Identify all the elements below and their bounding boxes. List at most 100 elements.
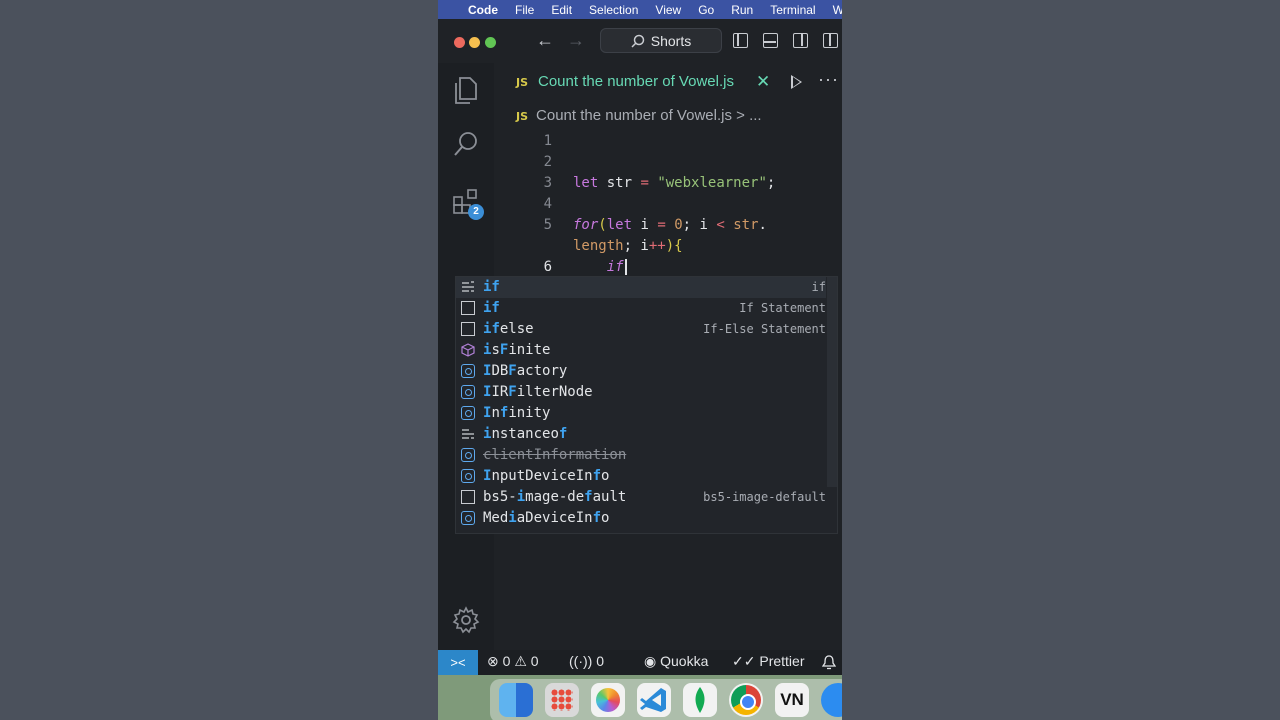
toggle-primary-sidebar-icon[interactable] (733, 33, 748, 48)
suggestion-label: IIRFilterNode (483, 384, 593, 400)
suggestion-label: InputDeviceInfo (483, 468, 610, 484)
suggestion-label: MediaDeviceInfo (483, 510, 610, 526)
suggestion-item[interactable]: isFinite (456, 340, 826, 361)
search-icon (631, 34, 645, 48)
menu-app-code[interactable]: Code (468, 3, 498, 17)
autocomplete-suggestions[interactable]: if if if If Statement ifelse If-Else Sta… (455, 276, 838, 534)
line-number: 6 (543, 259, 552, 275)
finder-icon[interactable] (499, 683, 533, 717)
code-line-5: for(let i = 0; i < str. (573, 217, 767, 233)
suggestion-item[interactable]: MediaDeviceInfo (456, 508, 826, 529)
menu-view[interactable]: View (655, 3, 681, 17)
breadcrumb-file[interactable]: Count the number of Vowel.js (536, 107, 732, 124)
suggestion-label: instanceof (483, 426, 568, 442)
chrome-icon[interactable] (729, 683, 763, 717)
mongodb-icon[interactable] (683, 683, 717, 717)
warning-count: 0 (530, 653, 539, 669)
vscode-window: Code File Edit Selection View Go Run Ter… (438, 0, 842, 720)
ports-indicator[interactable]: ((·)) 0 (569, 653, 604, 669)
suggestion-item[interactable]: if If Statement (456, 298, 826, 319)
suggestion-item[interactable]: if if (456, 277, 826, 298)
snippet-lines-icon (462, 281, 474, 292)
code-line-6: if (573, 259, 627, 275)
photos-icon[interactable] (591, 683, 625, 717)
js-file-icon: JS (516, 76, 529, 89)
snippet-box-icon (461, 322, 475, 336)
menu-terminal[interactable]: Terminal (770, 3, 815, 17)
quokka-status[interactable]: ◉ Quokka (644, 653, 708, 670)
suggestion-item[interactable]: Infinity (456, 403, 826, 424)
toggle-panel-icon[interactable] (763, 33, 778, 48)
suggestion-label: Infinity (483, 405, 551, 421)
status-bar: >< ⊗ 0 ⚠ 0 ((·)) 0 ◉ Quokka ✓✓ Prettier (438, 650, 842, 675)
back-arrow-icon[interactable]: ← (536, 30, 554, 51)
menu-edit[interactable]: Edit (551, 3, 572, 17)
variable-icon (461, 364, 475, 378)
forward-arrow-icon[interactable]: → (567, 30, 585, 51)
suggestion-detail: If Statement (739, 301, 826, 315)
suggestion-item[interactable]: instanceof (456, 424, 826, 445)
menu-go[interactable]: Go (698, 3, 714, 17)
code-line-5-wrap: length; i++){ (573, 238, 683, 254)
eye-icon: ◉ (644, 653, 657, 669)
menu-selection[interactable]: Selection (589, 3, 638, 17)
menu-window[interactable]: Win (833, 3, 842, 17)
breadcrumb-rest[interactable]: > ... (732, 107, 761, 124)
bell-icon[interactable] (822, 655, 836, 670)
text-cursor (624, 259, 627, 275)
variable-icon (461, 448, 475, 462)
suggestion-label: IDBFactory (483, 363, 568, 379)
toggle-secondary-sidebar-icon[interactable] (793, 33, 808, 48)
search-icon[interactable] (452, 130, 480, 160)
suggestion-item[interactable]: bs5-image-default bs5-image-default (456, 487, 826, 508)
vscode-icon[interactable] (637, 683, 671, 717)
vn-app-icon[interactable]: VN (775, 683, 809, 717)
run-icon[interactable] (791, 75, 802, 89)
extensions-badge: 2 (468, 204, 484, 220)
macos-menubar: Code File Edit Selection View Go Run Ter… (438, 0, 842, 19)
suggestion-detail: bs5-image-default (703, 490, 826, 504)
line-number: 4 (543, 196, 552, 212)
suggestion-label-deprecated: clientInformation (483, 447, 627, 463)
ports-count: 0 (596, 653, 604, 669)
more-actions-icon[interactable]: ··· (818, 69, 839, 90)
suggestion-label: isFinite (483, 342, 551, 358)
line-number: 3 (543, 175, 552, 191)
breadcrumb[interactable]: JS Count the number of Vowel.js > ... (516, 107, 762, 124)
variable-icon (461, 385, 475, 399)
suggest-scrollbar[interactable] (827, 277, 837, 487)
customize-layout-icon[interactable] (823, 33, 838, 48)
error-count: 0 (502, 653, 511, 669)
suggestion-item[interactable]: clientInformation (456, 445, 826, 466)
problems-indicator[interactable]: ⊗ 0 ⚠ 0 (487, 653, 539, 670)
line-number: 2 (543, 154, 552, 170)
launchpad-icon[interactable] (545, 683, 579, 717)
js-file-icon: JS (516, 110, 529, 123)
variable-icon (461, 511, 475, 525)
suggestion-item[interactable]: InputDeviceInfo (456, 466, 826, 487)
prettier-status[interactable]: ✓✓ Prettier (732, 653, 804, 670)
close-icon[interactable]: ✕ (756, 72, 770, 92)
zoom-window-button[interactable] (485, 37, 496, 48)
tab-bar: JS Count the number of Vowel.js ✕ ··· (494, 63, 842, 101)
menu-run[interactable]: Run (731, 3, 753, 17)
snippet-box-icon (461, 301, 475, 315)
suggestion-item[interactable]: IIRFilterNode (456, 382, 826, 403)
close-window-button[interactable] (454, 37, 465, 48)
command-center-search[interactable]: Shorts (600, 28, 722, 53)
minimize-window-button[interactable] (469, 37, 480, 48)
remote-indicator[interactable]: >< (438, 650, 478, 675)
suggestion-item[interactable]: ifelse If-Else Statement (456, 319, 826, 340)
variable-icon (461, 469, 475, 483)
suggestion-label: if (483, 279, 500, 295)
variable-icon (461, 406, 475, 420)
explorer-files-icon[interactable] (452, 75, 480, 105)
suggestion-label: if (483, 300, 500, 316)
suggestion-item[interactable]: IDBFactory (456, 361, 826, 382)
gear-icon[interactable] (452, 606, 480, 634)
keyword-lines-icon (462, 429, 474, 439)
snippet-box-icon (461, 490, 475, 504)
menu-file[interactable]: File (515, 3, 534, 17)
suggestion-label: bs5-image-default (483, 489, 627, 505)
warning-icon: ⚠ (514, 653, 527, 669)
